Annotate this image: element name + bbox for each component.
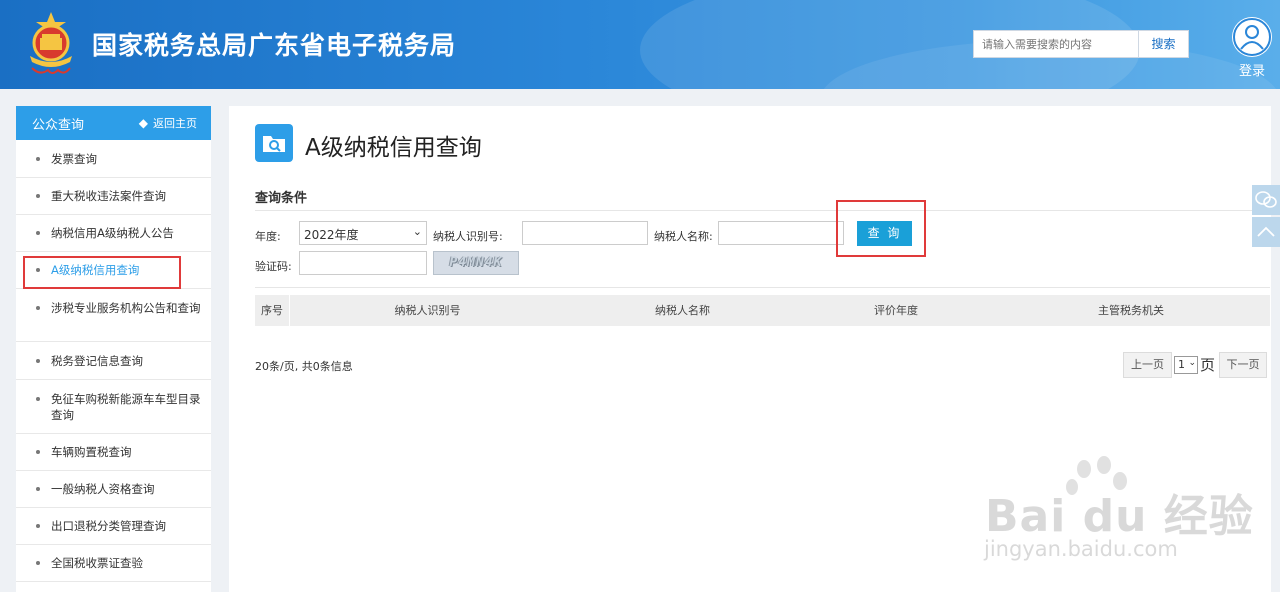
captcha-label: 验证码: bbox=[255, 260, 292, 273]
national-tax-emblem-icon bbox=[22, 10, 80, 78]
column-header-taxpayer-name: 纳税人名称 bbox=[655, 304, 710, 317]
sidebar-item-label: 免征车购税新能源车车型目录查询 bbox=[51, 392, 201, 422]
divider bbox=[255, 210, 1270, 211]
taxpayer-name-label: 纳税人名称: bbox=[654, 230, 713, 243]
captcha-image[interactable]: P4MN4K bbox=[433, 251, 519, 275]
sidebar-item-label: 出口退税分类管理查询 bbox=[51, 519, 166, 533]
page-select[interactable]: 1 ⌄ bbox=[1174, 356, 1198, 374]
sidebar-item-new-energy-vehicle-catalog[interactable]: 免征车购税新能源车车型目录查询 bbox=[16, 380, 211, 434]
user-avatar-icon[interactable] bbox=[1232, 17, 1272, 57]
taxpayer-name-input[interactable] bbox=[718, 221, 844, 245]
watermark-url: jingyan.baidu.com bbox=[984, 537, 1178, 561]
column-header-taxpayer-id: 纳税人识别号 bbox=[394, 304, 461, 317]
sidebar: 公众查询 ◆ 返回主页 发票查询 重大税收违法案件查询 纳税信用A级纳税人公告 A… bbox=[16, 106, 211, 592]
search-button[interactable]: 搜索 bbox=[1139, 30, 1189, 58]
sidebar-header: 公众查询 ◆ 返回主页 bbox=[16, 106, 211, 140]
prev-page-button[interactable]: 上一页 bbox=[1123, 352, 1172, 378]
sidebar-item-label: 重大税收违法案件查询 bbox=[51, 189, 166, 203]
bullet-icon bbox=[36, 157, 40, 161]
column-header-index: 序号 bbox=[261, 304, 283, 317]
sidebar-title: 公众查询 bbox=[32, 118, 85, 133]
sidebar-item-label: 纳税信用A级纳税人公告 bbox=[51, 226, 174, 240]
highlight-box bbox=[836, 200, 926, 257]
section-title: 查询条件 bbox=[255, 191, 308, 206]
bullet-icon bbox=[36, 231, 40, 235]
search-input[interactable] bbox=[973, 30, 1139, 58]
year-select[interactable]: 2022年度 ⌄ bbox=[299, 221, 427, 245]
back-home-link[interactable]: ◆ 返回主页 bbox=[139, 115, 197, 131]
sidebar-item-a-level-announcement[interactable]: 纳税信用A级纳税人公告 bbox=[16, 215, 211, 252]
sidebar-item-tax-registration-query[interactable]: 税务登记信息查询 bbox=[16, 342, 211, 380]
bullet-icon bbox=[36, 194, 40, 198]
baidu-jingyan-watermark: Bai du 经验 bbox=[985, 491, 1254, 542]
bullet-icon bbox=[36, 561, 40, 565]
column-header-rating-year: 评价年度 bbox=[874, 304, 918, 317]
year-label: 年度: bbox=[255, 230, 281, 243]
sidebar-item-invoice-query[interactable]: 发票查询 bbox=[16, 140, 211, 178]
sidebar-item-label: 涉税专业服务机构公告和查询 bbox=[51, 301, 201, 315]
back-home-label: 返回主页 bbox=[153, 117, 197, 130]
sidebar-item-vehicle-purchase-tax[interactable]: 车辆购置税查询 bbox=[16, 434, 211, 471]
highlight-box bbox=[23, 256, 181, 289]
table-header: 序号 纳税人识别号 纳税人名称 评价年度 主管税务机关 bbox=[255, 295, 1270, 326]
page-title: A级纳税信用查询 bbox=[305, 135, 482, 161]
sidebar-item-tax-service-agency[interactable]: 涉税专业服务机构公告和查询 bbox=[16, 289, 211, 342]
divider bbox=[255, 287, 1270, 288]
chevron-up-icon[interactable] bbox=[1252, 217, 1280, 247]
taxpayer-id-label: 纳税人识别号: bbox=[433, 230, 503, 243]
chevron-down-icon: ⌄ bbox=[1188, 358, 1196, 368]
pagination-info: 20条/页, 共0条信息 bbox=[255, 360, 353, 373]
bullet-icon bbox=[36, 397, 40, 401]
page-select-value: 1 bbox=[1178, 358, 1185, 371]
sidebar-item-label: 发票查询 bbox=[51, 152, 97, 166]
sidebar-item-label: 车辆购置税查询 bbox=[51, 445, 132, 459]
next-page-button[interactable]: 下一页 bbox=[1219, 352, 1267, 378]
bullet-icon bbox=[36, 487, 40, 491]
chevron-down-icon: ⌄ bbox=[412, 225, 422, 238]
back-arrow-icon: ◆ bbox=[138, 116, 148, 130]
chat-bubble-icon[interactable] bbox=[1252, 185, 1280, 215]
bullet-icon bbox=[36, 450, 40, 454]
site-title: 国家税务总局广东省电子税务局 bbox=[92, 31, 457, 60]
taxpayer-id-input[interactable] bbox=[522, 221, 648, 245]
sidebar-item-label: 一般纳税人资格查询 bbox=[51, 482, 155, 496]
sidebar-item-label: 全国税收票证查验 bbox=[51, 556, 143, 570]
bullet-icon bbox=[36, 524, 40, 528]
bullet-icon bbox=[36, 306, 40, 310]
login-link[interactable]: 登录 bbox=[1230, 60, 1274, 79]
column-header-tax-authority: 主管税务机关 bbox=[1098, 304, 1164, 317]
captcha-input[interactable] bbox=[299, 251, 427, 275]
sidebar-item-general-taxpayer-qualification[interactable]: 一般纳税人资格查询 bbox=[16, 471, 211, 508]
sidebar-item-major-violation-query[interactable]: 重大税收违法案件查询 bbox=[16, 178, 211, 215]
sidebar-item-tax-receipt-verification[interactable]: 全国税收票证查验 bbox=[16, 545, 211, 582]
page-unit-label: 页 bbox=[1200, 356, 1216, 374]
sidebar-item-export-refund-classification[interactable]: 出口退税分类管理查询 bbox=[16, 508, 211, 545]
sidebar-item-label: 税务登记信息查询 bbox=[51, 354, 143, 368]
search-folder-icon bbox=[255, 124, 293, 162]
bullet-icon bbox=[36, 359, 40, 363]
year-select-value: 2022年度 bbox=[304, 228, 359, 242]
